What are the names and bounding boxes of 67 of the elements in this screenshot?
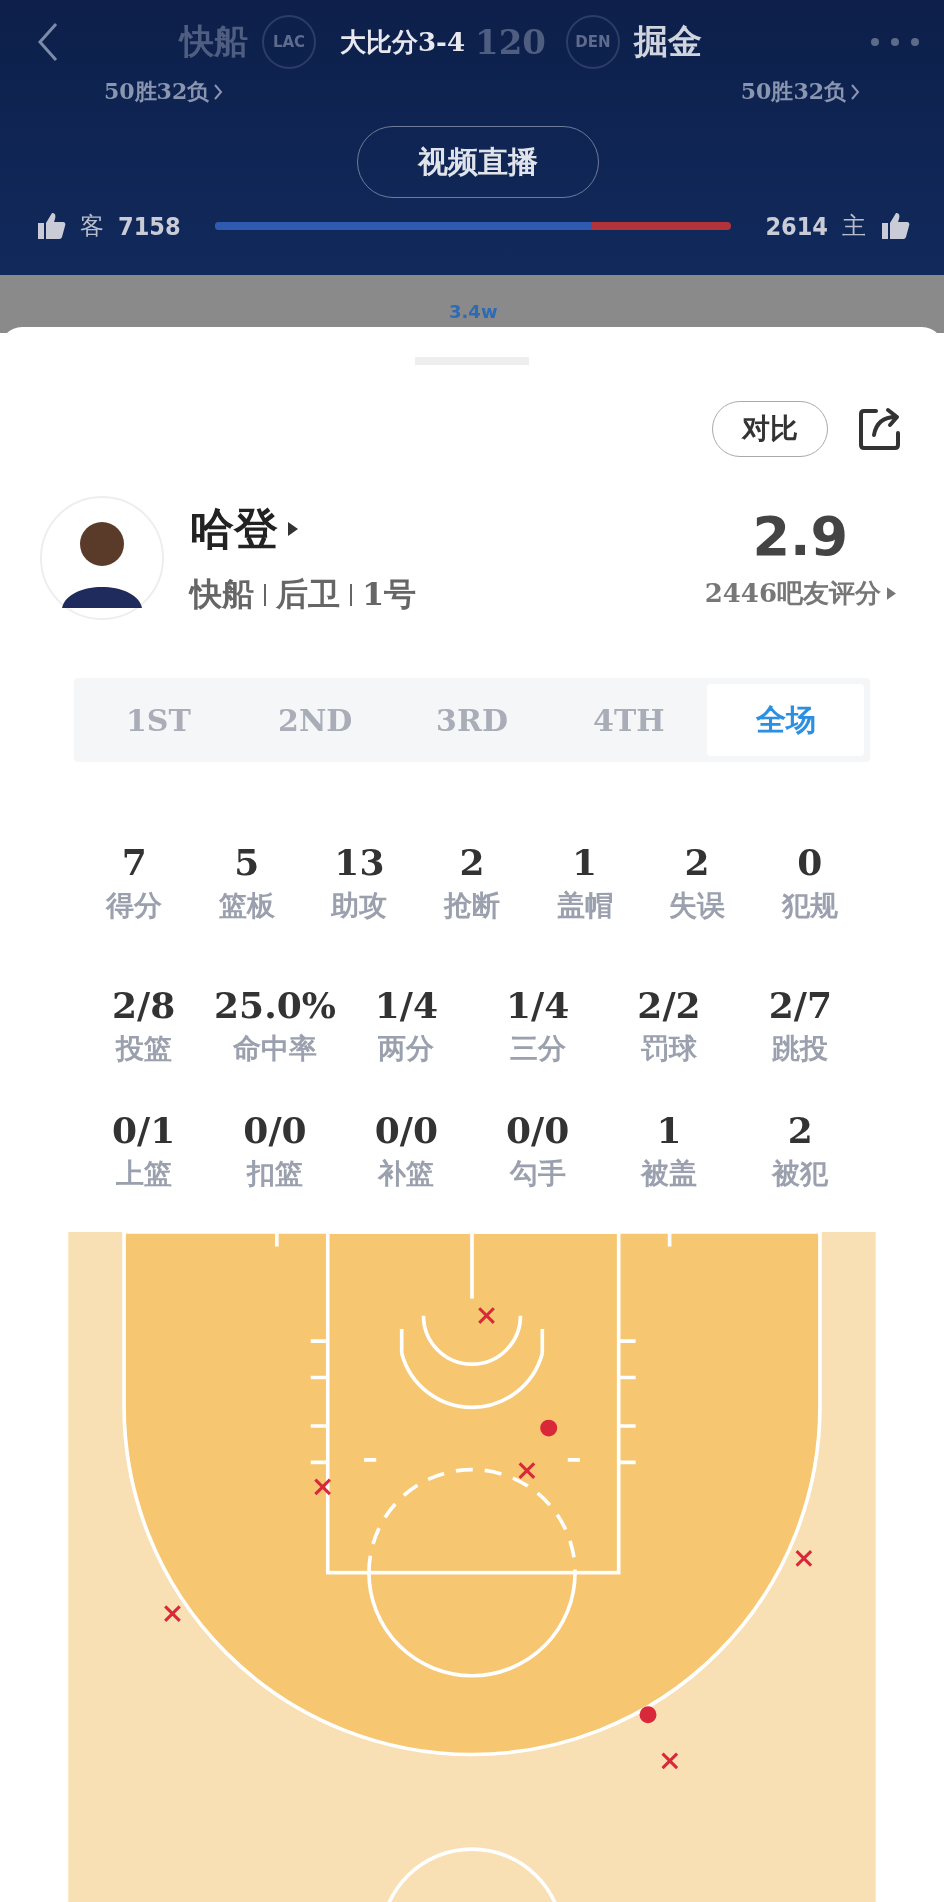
stat-label: 失误 bbox=[669, 888, 726, 924]
stat-value: 0/1 bbox=[112, 1109, 176, 1151]
stat-value: 5 bbox=[234, 841, 260, 883]
stat-value: 2 bbox=[459, 841, 485, 883]
player-name[interactable]: 哈登 bbox=[190, 499, 278, 559]
stat-label: 被犯 bbox=[772, 1156, 829, 1192]
stat-value: 25.0% bbox=[214, 984, 336, 1026]
home-label: 主 bbox=[842, 211, 866, 242]
team-name: 掘金 bbox=[633, 20, 702, 63]
caret-icon bbox=[288, 522, 298, 536]
stat-label: 投篮 bbox=[115, 1031, 172, 1067]
team-score: 120 bbox=[475, 22, 546, 62]
stat-value: 2 bbox=[787, 1109, 813, 1151]
thumbs-up-icon[interactable] bbox=[880, 211, 910, 241]
team-name: 快船 bbox=[180, 20, 248, 63]
team-logo: LAC bbox=[262, 15, 316, 69]
stat-value: 2 bbox=[684, 841, 710, 883]
like-count: 7158 bbox=[118, 211, 181, 241]
player-team: 快船 bbox=[190, 573, 254, 615]
stat-label: 被盖 bbox=[641, 1156, 697, 1192]
rating-count[interactable]: 2446吧友评分 bbox=[704, 576, 881, 611]
back-icon[interactable] bbox=[36, 22, 60, 62]
more-icon[interactable] bbox=[870, 37, 920, 47]
stat-label: 三分 bbox=[509, 1031, 566, 1067]
stat-value: 1/4 bbox=[374, 984, 438, 1026]
stat-value: 2/7 bbox=[768, 984, 832, 1026]
stat-label: 扣篮 bbox=[247, 1156, 303, 1192]
away-label: 客 bbox=[80, 211, 104, 242]
stat-value: 1 bbox=[572, 841, 598, 883]
team-logo: DEN bbox=[565, 15, 620, 69]
chat-count: 3.4w bbox=[449, 303, 498, 324]
stat-label: 勾手 bbox=[509, 1156, 566, 1192]
stat-value: 0 bbox=[797, 841, 823, 883]
stat-value: 1 bbox=[656, 1109, 682, 1151]
stat-label: 补篮 bbox=[378, 1156, 435, 1192]
stat-label: 命中率 bbox=[233, 1031, 317, 1067]
stat-value: 0/0 bbox=[506, 1109, 570, 1151]
stat-label: 上篮 bbox=[115, 1156, 172, 1192]
team-record[interactable]: 50胜32负 bbox=[740, 77, 846, 107]
stat-label: 罚球 bbox=[641, 1031, 697, 1067]
stat-value: 2/2 bbox=[637, 984, 701, 1026]
compare-button[interactable]: 对比 bbox=[712, 401, 828, 457]
stat-value: 0/0 bbox=[243, 1109, 307, 1151]
stat-label: 助攻 bbox=[331, 888, 388, 924]
thumbs-up-icon[interactable] bbox=[36, 211, 66, 241]
caret-icon bbox=[887, 587, 896, 600]
stat-value: 2/8 bbox=[112, 984, 176, 1026]
stat-value: 0/0 bbox=[374, 1109, 438, 1151]
player-rating: 2.9 bbox=[752, 505, 849, 568]
stat-value: 1/4 bbox=[506, 984, 570, 1026]
player-position: 后卫 bbox=[276, 573, 340, 615]
stat-label: 得分 bbox=[106, 888, 163, 924]
player-number: 1号 bbox=[362, 573, 417, 615]
stat-label: 抢断 bbox=[444, 888, 500, 924]
stat-value: 7 bbox=[121, 841, 147, 883]
series-score: 大比分3-4 bbox=[340, 25, 465, 59]
chevron-icon bbox=[213, 83, 224, 101]
stat-label: 两分 bbox=[378, 1031, 435, 1067]
stat-label: 篮板 bbox=[218, 888, 275, 924]
chevron-icon bbox=[850, 83, 860, 101]
like-count: 2614 bbox=[765, 211, 828, 241]
period-tab[interactable]: 全场 bbox=[707, 684, 864, 756]
stat-value: 13 bbox=[334, 841, 385, 883]
team-record[interactable]: 50胜32负 bbox=[104, 77, 210, 107]
stat-label: 跳投 bbox=[772, 1031, 829, 1067]
stat-label: 盖帽 bbox=[556, 888, 613, 924]
stat-label: 犯规 bbox=[781, 888, 838, 924]
